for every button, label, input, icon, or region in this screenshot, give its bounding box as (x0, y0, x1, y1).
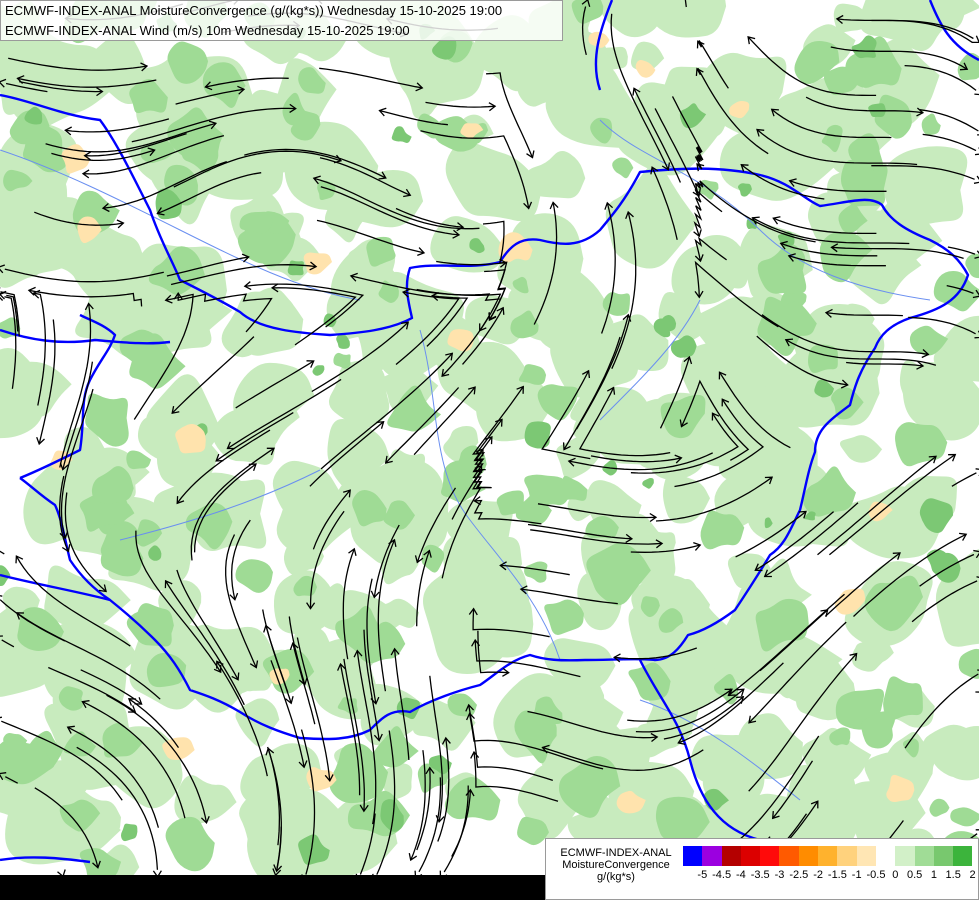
legend-swatch (875, 846, 896, 866)
legend-tick: 1 (930, 869, 937, 881)
weather-map (0, 0, 979, 875)
title-wind-10m: ECMWF-INDEX-ANAL Wind (m/s) 10m Wednesda… (5, 23, 410, 38)
legend-parameter: MoistureConvergence (562, 859, 670, 871)
legend-swatch (740, 846, 761, 866)
legend-swatch (779, 846, 799, 866)
legend-tick: -1 (851, 869, 862, 881)
legend-swatch (933, 846, 954, 866)
legend-swatch (856, 846, 876, 866)
legend-tick: -5 (697, 869, 708, 881)
legend-swatch (895, 846, 915, 866)
convergence-patch (287, 260, 304, 276)
legend-tick: 0 (892, 869, 899, 881)
wind-streamline (684, 0, 687, 8)
legend-swatch (953, 846, 973, 866)
legend-tick: -3.5 (750, 869, 770, 881)
legend-ticks: -5 -4.5 -4 -3.5 -3 -2.5 -2 -1.5 -1 -0.5 0 0.5 1 1.5 2 (683, 869, 976, 883)
legend-swatch (798, 846, 819, 866)
legend-tick: -2 (813, 869, 823, 881)
legend-tick: -1.5 (827, 869, 847, 881)
legend-tick: 0.5 (906, 869, 923, 881)
legend-swatch (702, 846, 722, 866)
map-canvas (0, 0, 979, 875)
legend-tick: -4.5 (712, 869, 732, 881)
legend-swatch (760, 846, 780, 866)
legend-swatches (683, 846, 973, 866)
legend-swatch (721, 846, 741, 866)
legend-tick: -4 (736, 869, 746, 881)
legend-tick: 2 (969, 869, 976, 881)
legend-tick: -3 (774, 869, 785, 881)
legend-swatch (837, 846, 857, 866)
legend-tick: -0.5 (866, 869, 886, 881)
legend-labels: ECMWF-INDEX-ANAL MoistureConvergence g/(… (552, 847, 680, 883)
map-title-box: ECMWF-INDEX-ANAL MoistureConvergence (g/… (0, 0, 563, 41)
legend-swatch (818, 846, 838, 866)
legend-swatch (914, 846, 934, 866)
legend-model: ECMWF-INDEX-ANAL (560, 847, 672, 859)
title-moisture-convergence: ECMWF-INDEX-ANAL MoistureConvergence (g/… (5, 3, 503, 18)
legend-tick: -2.5 (789, 869, 809, 881)
legend-tick: 1.5 (945, 869, 961, 881)
legend-swatch (683, 846, 703, 866)
color-legend: ECMWF-INDEX-ANAL MoistureConvergence g/(… (545, 838, 979, 900)
legend-unit: g/(kg*s) (597, 871, 635, 883)
convergence-patch (524, 421, 551, 449)
